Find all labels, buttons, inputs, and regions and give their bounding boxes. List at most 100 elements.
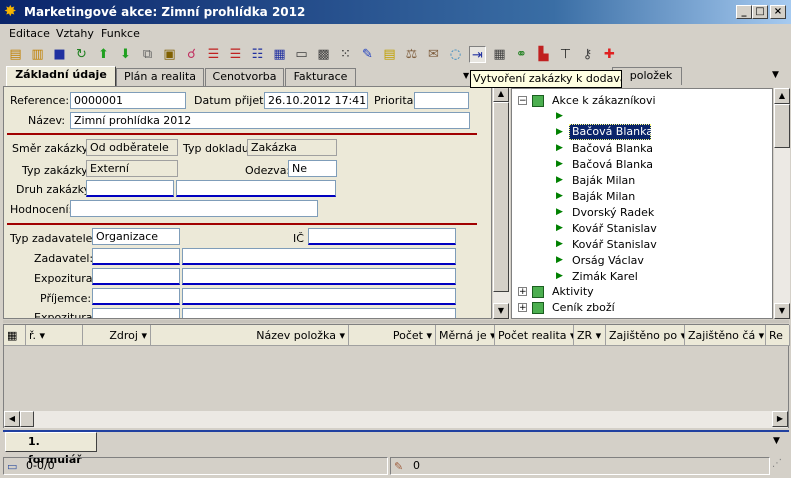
table-icon[interactable]: ▦: [271, 46, 288, 63]
tree-node[interactable]: ▶ Orság Václav: [512, 252, 772, 268]
tab-plan-a-realita[interactable]: Plán a realita: [116, 68, 204, 86]
archive-icon[interactable]: ▦: [491, 46, 508, 63]
add-row-icon[interactable]: ☰: [205, 46, 222, 63]
nazev-field[interactable]: Zimní prohlídka 2012: [70, 112, 470, 129]
datum-field[interactable]: 26.10.2012 17:41: [264, 92, 368, 109]
column-header-merna[interactable]: Měrná je ▾: [436, 325, 495, 346]
remove-row-icon[interactable]: ☰: [227, 46, 244, 63]
list-icon[interactable]: ☷: [249, 46, 266, 63]
save-icon[interactable]: ■: [51, 46, 68, 63]
tree-node-root[interactable]: − Akce k zákazníkovi: [512, 93, 772, 109]
tree-node[interactable]: ▶ Dvorský Radek: [512, 204, 772, 220]
up-arrow-icon[interactable]: ⬆: [95, 46, 112, 63]
hodnoceni-field[interactable]: [70, 200, 318, 217]
column-header-pocet-realita[interactable]: Počet realita ▾: [495, 325, 574, 346]
menu-vztahy[interactable]: Vztahy: [56, 27, 94, 40]
tree-node[interactable]: ▶ Kovář Stanislav: [512, 236, 772, 252]
typzakazky-field[interactable]: Externí: [86, 160, 178, 177]
tab-zakladni-udaje[interactable]: Základní údaje: [6, 66, 116, 87]
menu-funkce[interactable]: Funkce: [101, 27, 140, 40]
hierarchy-icon[interactable]: ⊤: [557, 46, 574, 63]
tab-polozek[interactable]: položek: [612, 67, 682, 85]
form-scrollbar[interactable]: ▲ ▼: [492, 86, 510, 319]
tree-node[interactable]: ▶ Zimák Karel: [512, 268, 772, 284]
key-icon[interactable]: ⚷: [579, 46, 596, 63]
form-scroll-thumb[interactable]: [493, 102, 509, 292]
link-icon[interactable]: ☌: [183, 46, 200, 63]
column-header-zajisteno-ca[interactable]: Zajištěno čá ▾: [685, 325, 766, 346]
tabs-scroll-icon[interactable]: ▼: [463, 71, 469, 80]
scroll-right-icon[interactable]: ▶: [772, 411, 788, 427]
smer-field[interactable]: Od odběratele: [86, 139, 178, 156]
tab-cenotvorba[interactable]: Cenotvorba: [205, 68, 284, 86]
column-header-nazev[interactable]: Název položka ▾: [151, 325, 349, 346]
typdokladu-field[interactable]: Zakázka: [247, 139, 337, 156]
column-header-zajisteno-po[interactable]: Zajištěno po ▾: [606, 325, 685, 346]
down-arrow-icon[interactable]: ⬇: [117, 46, 134, 63]
splitter[interactable]: [3, 320, 789, 323]
tabs-dropdown-icon[interactable]: ▼: [772, 70, 779, 80]
odezva-field[interactable]: Ne: [288, 160, 337, 177]
typzadavatele-field[interactable]: Organizace: [92, 228, 180, 245]
plus-icon[interactable]: ✚: [601, 46, 618, 63]
menu-editace[interactable]: Editace: [9, 27, 50, 40]
zadavatel-code-field[interactable]: [92, 248, 180, 265]
scale-icon[interactable]: ⚖: [403, 46, 420, 63]
minimize-button[interactable]: _: [736, 5, 752, 19]
zadavatel-name-field[interactable]: [182, 248, 456, 265]
grid-scroll-thumb[interactable]: [20, 411, 34, 427]
calc-icon[interactable]: ▩: [315, 46, 332, 63]
expozitura2-name-field[interactable]: [182, 308, 456, 318]
column-header-zdroj[interactable]: Zdroj ▾: [83, 325, 151, 346]
expozitura2-code-field[interactable]: [92, 308, 180, 318]
refresh-icon[interactable]: ↻: [73, 46, 90, 63]
tab-fakturace[interactable]: Fakturace: [285, 68, 356, 86]
close-button[interactable]: ×: [770, 5, 786, 19]
druh-code-field[interactable]: [86, 180, 174, 197]
open-icon[interactable]: ▥: [29, 46, 46, 63]
expand-icon[interactable]: +: [518, 287, 527, 297]
scroll-down-icon[interactable]: ▼: [774, 303, 790, 319]
chain-icon[interactable]: ⚭: [513, 46, 530, 63]
bottom-tabs-dropdown-icon[interactable]: ▼: [773, 436, 780, 446]
globe-icon[interactable]: ◌: [447, 46, 464, 63]
column-header-zr[interactable]: ZR ▾: [574, 325, 606, 346]
ic-field[interactable]: [308, 228, 456, 245]
druh-name-field[interactable]: [176, 180, 336, 197]
resize-grip-icon[interactable]: ⋰: [772, 458, 788, 474]
tree-scrollbar[interactable]: ▲ ▼: [773, 88, 790, 319]
grid-settings-icon[interactable]: ▦: [4, 325, 26, 346]
expand-icon[interactable]: +: [518, 303, 527, 313]
prijemce-code-field[interactable]: [92, 288, 180, 305]
grid-hscrollbar[interactable]: ◀ ▶: [4, 411, 788, 428]
tree-node[interactable]: ▶ Baják Milan: [512, 172, 772, 188]
tree-node-aktivity[interactable]: + Aktivity: [512, 284, 772, 300]
print-icon[interactable]: ▭: [293, 46, 310, 63]
tree-node[interactable]: ▶ Kovář Stanislav: [512, 220, 772, 236]
tree-scroll-thumb[interactable]: [774, 104, 790, 148]
tab-formular[interactable]: 1. formulář: [5, 432, 97, 466]
scroll-left-icon[interactable]: ◀: [4, 411, 20, 427]
copy-icon[interactable]: ⧉: [139, 46, 156, 63]
note-icon[interactable]: ▤: [381, 46, 398, 63]
column-header-r[interactable]: ř. ▾: [26, 325, 83, 346]
chart-icon[interactable]: ▙: [535, 46, 552, 63]
scroll-up-icon[interactable]: ▲: [774, 88, 790, 104]
tree-node[interactable]: ▶ Bačová Blanka: [512, 156, 772, 172]
column-header-re[interactable]: Re: [766, 325, 790, 346]
tree-node[interactable]: ▶ Baják Milan: [512, 188, 772, 204]
new-icon[interactable]: ▤: [7, 46, 24, 63]
maximize-button[interactable]: □: [752, 5, 768, 19]
paste-icon[interactable]: ▣: [161, 46, 178, 63]
prijemce-name-field[interactable]: [182, 288, 456, 305]
reference-field[interactable]: 0000001: [70, 92, 186, 109]
collapse-icon[interactable]: −: [518, 96, 527, 106]
edit-doc-icon[interactable]: ✎: [359, 46, 376, 63]
scroll-down-icon[interactable]: ▼: [493, 303, 509, 319]
letter-icon[interactable]: ✉: [425, 46, 442, 63]
scroll-up-icon[interactable]: ▲: [493, 86, 509, 102]
column-header-pocet[interactable]: Počet ▾: [349, 325, 436, 346]
expozitura-code-field[interactable]: [92, 268, 180, 285]
tree-node-selected[interactable]: ▶ Bačová Blanka: [512, 124, 772, 140]
expozitura-name-field[interactable]: [182, 268, 456, 285]
